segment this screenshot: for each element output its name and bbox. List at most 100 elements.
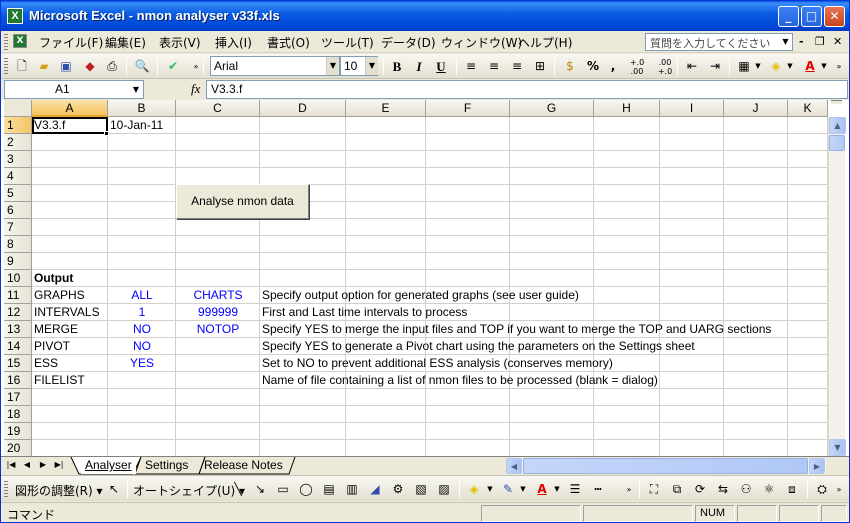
vertical-scroll-thumb[interactable] <box>829 135 845 151</box>
increase-decimal-button[interactable]: +.0 .00 <box>625 58 649 76</box>
sheet-tab-analyser[interactable]: Analyser <box>81 457 136 474</box>
worksheet-grid[interactable]: A B C D E F G H I J K 1 2 3 4 5 6 7 8 9 10 11 12 13 14 15 16 17 18 19… <box>1 100 849 456</box>
select-objects-icon[interactable]: ↖ <box>105 481 123 498</box>
new-file-icon[interactable]: 🗋 <box>13 58 31 75</box>
row-header-1[interactable]: 1 <box>4 117 32 134</box>
row-header-17[interactable]: 17 <box>4 389 32 406</box>
row-header-5[interactable]: 5 <box>4 185 32 202</box>
currency-icon[interactable]: $ <box>561 58 579 75</box>
cell-a16[interactable]: FILELIST <box>32 372 87 389</box>
font-color-icon[interactable]: A <box>533 481 551 498</box>
excel-icon[interactable]: X <box>7 8 23 24</box>
cell-d11[interactable]: Specify output option for generated grap… <box>260 287 581 304</box>
chevron-down-icon[interactable]: ▼ <box>365 57 378 75</box>
cell-b14[interactable]: NO <box>108 338 176 355</box>
row-header-7[interactable]: 7 <box>4 219 32 236</box>
menu-edit[interactable]: 編集(E) <box>105 34 146 51</box>
chevron-down-icon[interactable]: ▼ <box>779 34 792 50</box>
decrease-decimal-button[interactable]: .00 +.0 <box>653 58 677 76</box>
column-header-i[interactable]: I <box>660 100 724 117</box>
row-header-16[interactable]: 16 <box>4 372 32 389</box>
fill-handle[interactable] <box>104 131 109 136</box>
cell-c11[interactable]: CHARTS <box>176 287 260 304</box>
diagram-icon[interactable]: ⚙ <box>389 481 407 498</box>
scroll-left-icon[interactable]: ◀ <box>506 458 522 474</box>
menu-tools[interactable]: ツール(T) <box>321 34 374 51</box>
scroll-down-icon[interactable]: ▼ <box>829 439 846 456</box>
oval-icon[interactable]: ◯ <box>297 481 315 498</box>
merge-center-icon[interactable]: ⊞ <box>531 58 549 75</box>
textbox-icon[interactable]: ▤ <box>320 481 338 498</box>
row-header-6[interactable]: 6 <box>4 202 32 219</box>
cell-d15[interactable]: Set to NO to prevent additional ESS anal… <box>260 355 615 372</box>
column-header-d[interactable]: D <box>260 100 346 117</box>
cell-a10[interactable]: Output <box>32 270 75 287</box>
menu-help[interactable]: ヘルプ(H) <box>518 34 572 51</box>
permission-icon[interactable]: ◆ <box>81 58 99 75</box>
column-header-e[interactable]: E <box>346 100 426 117</box>
line-icon[interactable]: ╲ <box>229 481 247 498</box>
insert-function-icon[interactable]: fx <box>191 81 200 97</box>
row-header-18[interactable]: 18 <box>4 406 32 423</box>
help-question-input[interactable]: 質問を入力してください <box>645 33 793 51</box>
cell-b1[interactable]: 10-Jan-11 <box>108 117 165 134</box>
fill-color-icon[interactable]: ◈ <box>767 58 785 75</box>
column-header-b[interactable]: B <box>108 100 176 117</box>
row-header-13[interactable]: 13 <box>4 321 32 338</box>
shape-tool-icon[interactable]: ⚛ <box>760 481 778 498</box>
align-right-icon[interactable]: ≡ <box>508 58 526 75</box>
shape-tool-icon[interactable]: ⛭ <box>813 481 831 498</box>
cell-a14[interactable]: PIVOT <box>32 338 72 355</box>
name-box[interactable]: A1 <box>4 80 144 99</box>
line-style-icon[interactable]: ☰ <box>566 481 584 498</box>
align-center-icon[interactable]: ≡ <box>485 58 503 75</box>
save-icon[interactable]: ▣ <box>57 58 75 75</box>
chevron-down-icon[interactable]: ▼ <box>819 58 829 75</box>
open-folder-icon[interactable]: ▰ <box>35 58 53 75</box>
chevron-down-icon[interactable]: ▼ <box>785 58 795 75</box>
borders-icon[interactable]: ▦ <box>735 58 753 75</box>
print-preview-icon[interactable]: 🔍 <box>133 58 151 75</box>
clipart-icon[interactable]: ▧ <box>412 481 430 498</box>
row-header-10[interactable]: 10 <box>4 270 32 287</box>
horizontal-scroll-thumb[interactable] <box>523 458 808 474</box>
cell-a13[interactable]: MERGE <box>32 321 80 338</box>
menu-insert[interactable]: 挿入(I) <box>215 34 252 51</box>
shape-tool-icon[interactable]: ⚇ <box>737 481 755 498</box>
shape-tool-icon[interactable]: ⟳ <box>691 481 709 498</box>
draw-menu-button[interactable]: 図形の調整(R) ▾ <box>15 482 103 499</box>
cell-a11[interactable]: GRAPHS <box>32 287 87 304</box>
sheet-tab-release-notes[interactable]: Release Notes <box>200 457 287 474</box>
horizontal-scrollbar[interactable]: ◀ ▶ <box>506 458 826 474</box>
row-header-19[interactable]: 19 <box>4 423 32 440</box>
shape-tool-icon[interactable]: ⇆ <box>714 481 732 498</box>
cell-d12[interactable]: First and Last time intervals to process <box>260 304 469 321</box>
row-header-2[interactable]: 2 <box>4 134 32 151</box>
split-box[interactable] <box>831 100 842 104</box>
spellcheck-icon[interactable]: ✔ <box>164 58 182 75</box>
cell-b13[interactable]: NO <box>108 321 176 338</box>
minimize-button[interactable]: _ <box>778 6 799 27</box>
cell-a15[interactable]: ESS <box>32 355 60 372</box>
chevron-down-icon[interactable]: ▼ <box>326 57 339 75</box>
align-left-icon[interactable]: ≡ <box>462 58 480 75</box>
cell-b12[interactable]: 1 <box>108 304 176 321</box>
menu-format[interactable]: 書式(O) <box>267 34 310 51</box>
cell-c12[interactable]: 999999 <box>176 304 260 321</box>
rectangle-icon[interactable]: ▭ <box>274 481 292 498</box>
shape-tool-icon[interactable]: ⧉ <box>668 481 686 498</box>
chevron-down-icon[interactable]: ▼ <box>518 481 528 498</box>
title-bar[interactable]: X Microsoft Excel - nmon analyser v33f.x… <box>1 1 849 31</box>
menu-data[interactable]: データ(D) <box>381 34 436 51</box>
column-header-j[interactable]: J <box>724 100 788 117</box>
row-header-14[interactable]: 14 <box>4 338 32 355</box>
row-header-12[interactable]: 12 <box>4 304 32 321</box>
cell-d13[interactable]: Specify YES to merge the input files and… <box>260 321 773 338</box>
resize-grip[interactable] <box>821 505 847 522</box>
print-icon[interactable]: ⎙ <box>103 58 121 75</box>
chevron-down-icon[interactable]: ▼ <box>753 58 763 75</box>
column-header-k[interactable]: K <box>788 100 828 117</box>
underline-button[interactable]: U <box>432 58 450 75</box>
row-header-15[interactable]: 15 <box>4 355 32 372</box>
first-sheet-icon[interactable]: |◀ <box>5 460 17 469</box>
